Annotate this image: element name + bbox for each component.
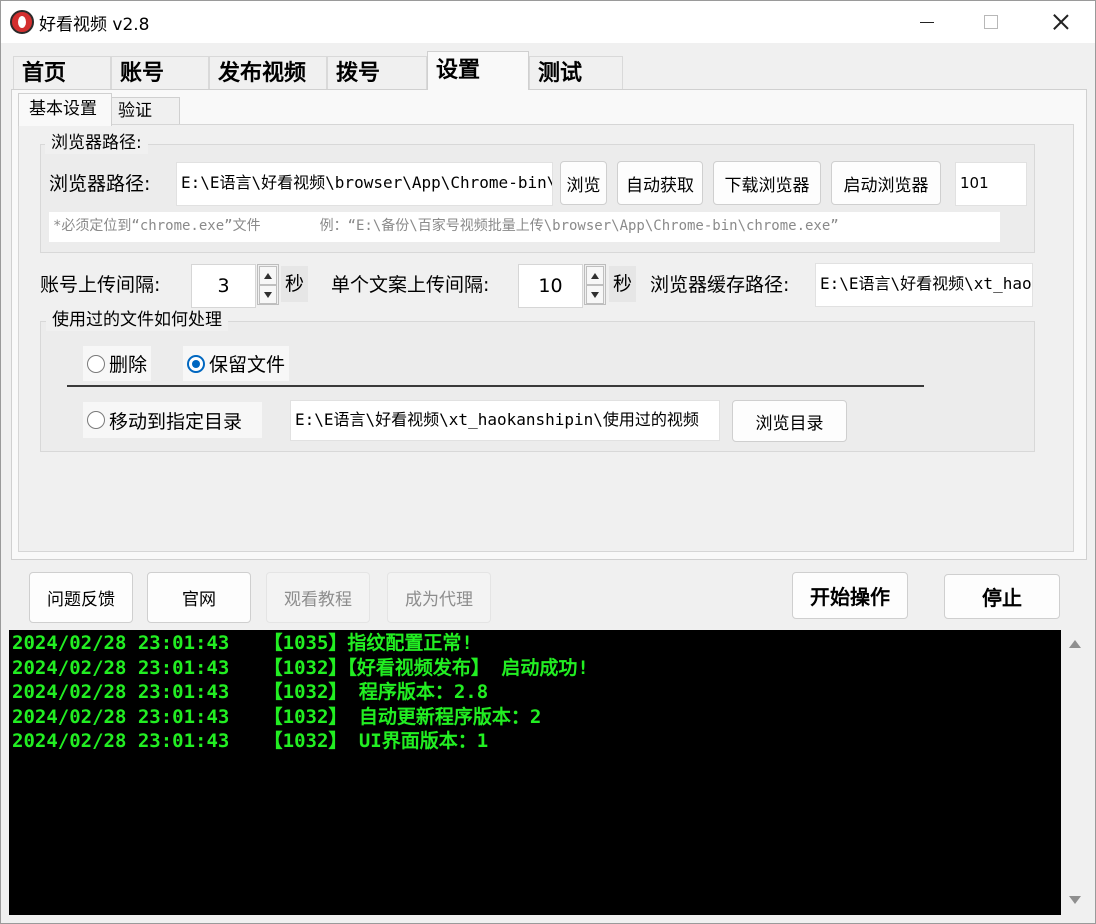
auto-get-browser-button[interactable]: 自动获取 [617, 161, 703, 205]
scroll-up-icon[interactable] [1069, 640, 1081, 648]
subtab-basic-settings[interactable]: 基本设置 [18, 93, 112, 126]
radio-keep-label: 保留文件 [209, 354, 286, 376]
copy-interval-stepper[interactable] [584, 264, 606, 305]
app-window: 好看视频 v2.8 首页 账号 发布视频 拨号 设置 测试 基本设置 验证 浏览… [0, 0, 1096, 924]
radio-unchecked-icon [87, 411, 105, 429]
arrow-up-icon [591, 272, 599, 279]
feedback-button[interactable]: 问题反馈 [29, 572, 133, 623]
radio-move-label: 移动到指定目录 [109, 410, 243, 433]
log-line: 2024/02/28 23:01:43 【1032】【好看视频发布】 启动成功! [12, 656, 589, 679]
tutorial-button[interactable]: 观看教程 [266, 572, 370, 623]
browser-path-label: 浏览器路径: [49, 173, 151, 195]
radio-unchecked-icon [87, 354, 105, 373]
subtab-verification[interactable]: 验证 [111, 97, 180, 125]
app-logo-icon [10, 10, 34, 34]
download-browser-button[interactable]: 下载浏览器 [713, 161, 821, 205]
stepper-up-button[interactable] [259, 266, 277, 285]
tab-test[interactable]: 测试 [529, 56, 623, 89]
minimize-icon [920, 21, 934, 23]
stepper-down-button[interactable] [586, 285, 604, 304]
log-line: 2024/02/28 23:01:43 【1032】 自动更新程序版本：2 [12, 705, 542, 728]
used-files-group-title: 使用过的文件如何处理 [46, 309, 228, 331]
browser-version-input[interactable]: 101 [955, 162, 1027, 206]
copy-interval-input[interactable]: 10 [518, 264, 583, 308]
log-console[interactable]: 2024/02/28 23:01:43 【1035】指纹配置正常! 2024/0… [9, 630, 1061, 915]
window-title: 好看视频 v2.8 [39, 15, 150, 35]
become-agent-button[interactable]: 成为代理 [387, 572, 491, 623]
tab-publish-video[interactable]: 发布视频 [209, 56, 327, 89]
account-interval-stepper[interactable] [257, 264, 279, 305]
copy-interval-unit: 秒 [609, 266, 637, 302]
tab-dialup[interactable]: 拨号 [327, 56, 427, 89]
close-button[interactable] [1031, 1, 1091, 43]
radio-move-to-dir[interactable]: 移动到指定目录 [83, 402, 263, 438]
copy-interval-label: 单个文案上传间隔: [331, 274, 490, 296]
cache-path-input[interactable]: E:\E语言\好看视频\xt_haokanshipin\cache [815, 263, 1033, 307]
arrow-down-icon [264, 291, 272, 298]
browse-browser-button[interactable]: 浏览 [560, 161, 607, 205]
radio-delete-label: 删除 [109, 354, 148, 376]
radio-keep-file[interactable]: 保留文件 [183, 346, 290, 381]
log-line: 2024/02/28 23:01:43 【1035】指纹配置正常! [12, 632, 473, 654]
maximize-icon [984, 15, 998, 29]
launch-browser-button[interactable]: 启动浏览器 [831, 161, 941, 205]
separator-line [67, 385, 924, 387]
account-interval-unit: 秒 [281, 266, 309, 302]
cache-path-label: 浏览器缓存路径: [650, 274, 790, 296]
title-bar: 好看视频 v2.8 [1, 1, 1095, 43]
browser-group-title: 浏览器路径: [45, 132, 148, 154]
tab-settings[interactable]: 设置 [427, 51, 529, 90]
radio-checked-icon [187, 354, 205, 373]
log-scrollbar[interactable] [1061, 630, 1088, 915]
log-line: 2024/02/28 23:01:43 【1032】 程序版本：2.8 [12, 681, 489, 703]
arrow-up-icon [264, 272, 272, 279]
tab-home[interactable]: 首页 [13, 56, 111, 89]
minimize-button[interactable] [897, 1, 957, 43]
close-icon [1053, 14, 1069, 30]
move-dir-input[interactable]: E:\E语言\好看视频\xt_haokanshipin\使用过的视频 [290, 400, 720, 441]
website-button[interactable]: 官网 [147, 572, 251, 623]
maximize-button[interactable] [961, 1, 1021, 43]
browse-dir-button[interactable]: 浏览目录 [732, 400, 847, 442]
arrow-down-icon [591, 291, 599, 298]
stepper-up-button[interactable] [586, 266, 604, 285]
tab-accounts[interactable]: 账号 [111, 56, 209, 89]
stop-button[interactable]: 停止 [944, 574, 1060, 619]
log-line: 2024/02/28 23:01:43 【1032】 UI界面版本：1 [12, 730, 489, 752]
scroll-down-icon[interactable] [1069, 896, 1081, 904]
browser-path-hint: *必须定位到“chrome.exe”文件 例：“E:\备份\百家号视频批量上传\… [49, 212, 1000, 242]
start-button[interactable]: 开始操作 [792, 572, 908, 619]
browser-path-input[interactable]: E:\E语言\好看视频\browser\App\Chrome-bin\chrom… [176, 162, 553, 206]
account-interval-label: 账号上传间隔: [40, 274, 161, 296]
account-interval-input[interactable]: 3 [191, 264, 256, 308]
stepper-down-button[interactable] [259, 285, 277, 304]
radio-delete[interactable]: 删除 [83, 346, 152, 381]
